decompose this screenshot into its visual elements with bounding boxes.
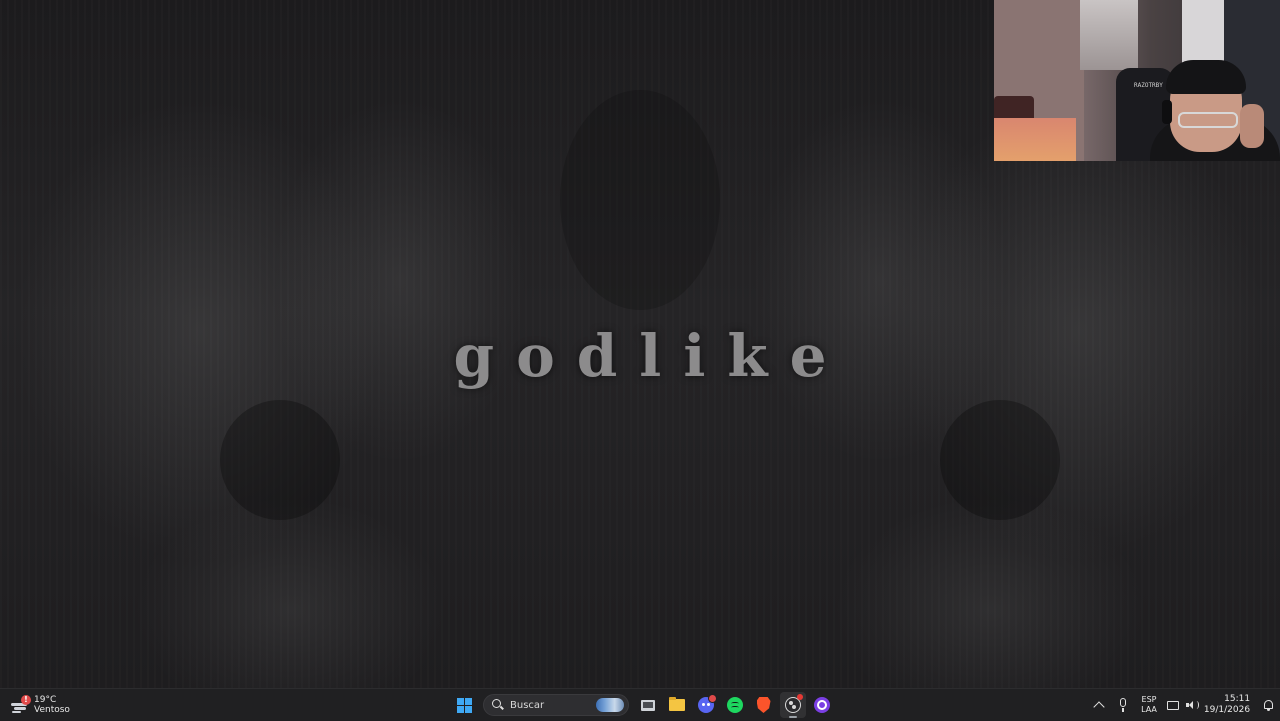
wallpaper-title: godlike: [453, 322, 849, 390]
wallpaper-shadow: [220, 400, 340, 520]
taskbar: ! 19°C Ventoso Buscar ESP LAA 15:11 19/1…: [0, 688, 1280, 720]
webcam-hand: [1240, 104, 1264, 148]
recording-indicator: [796, 694, 803, 700]
notifications-button[interactable]: [1256, 689, 1280, 721]
spotify-button[interactable]: [722, 692, 748, 718]
ring-icon: [813, 697, 830, 713]
discord-button[interactable]: [693, 692, 719, 718]
webcam-chair-label: RAZOTRBY: [1134, 82, 1163, 89]
webcam-glasses: [1178, 112, 1238, 128]
taskbar-apps: Buscar: [450, 689, 836, 721]
search-icon: [492, 699, 504, 711]
clock-time: 15:11: [1224, 694, 1251, 704]
show-hidden-icons-button[interactable]: [1086, 689, 1112, 721]
brave-button[interactable]: [751, 692, 777, 718]
weather-text: 19°C Ventoso: [34, 695, 70, 715]
notification-badge: [707, 694, 717, 703]
webcam-overlay: RAZOTRBY: [994, 0, 1280, 161]
microphone-icon: [1119, 698, 1127, 712]
microphone-button[interactable]: [1112, 689, 1134, 721]
weather-alert-badge: !: [21, 695, 31, 705]
webcam-person-hair: [1166, 60, 1246, 94]
wallpaper-shadow: [940, 400, 1060, 520]
webcam-shelf: [1080, 0, 1138, 70]
chevron-up-icon: [1093, 701, 1105, 713]
clock-date: 19/1/2026: [1203, 705, 1251, 715]
weather-widget[interactable]: ! 19°C Ventoso: [10, 693, 70, 717]
active-app-indicator: [788, 716, 797, 718]
search-placeholder: Buscar: [510, 699, 545, 711]
file-explorer-button[interactable]: [664, 692, 690, 718]
start-button[interactable]: [452, 692, 478, 718]
language-indicator: ESP LAA: [1141, 695, 1157, 715]
weather-condition: Ventoso: [34, 705, 70, 715]
clock-button[interactable]: 15:11 19/1/2026: [1202, 689, 1256, 721]
weather-temperature: 19°C: [34, 695, 57, 705]
keyboard-layout: LAA: [1141, 705, 1157, 714]
brave-icon: [756, 697, 771, 713]
task-view-button[interactable]: [635, 692, 661, 718]
tv-icon: [640, 699, 655, 711]
webcam-headphones: [1162, 100, 1172, 124]
volume-button[interactable]: [1182, 689, 1202, 721]
wallpaper-shadow: [560, 90, 720, 310]
monitor-icon: [1167, 700, 1179, 710]
taskbar-search[interactable]: Buscar: [483, 694, 629, 716]
folder-icon: [668, 697, 685, 711]
display-button[interactable]: [1164, 689, 1182, 721]
language-code: ESP: [1141, 695, 1157, 704]
speaker-icon: [1186, 700, 1199, 710]
ring-app-button[interactable]: [809, 692, 835, 718]
search-highlight-icon: [596, 698, 624, 712]
notification-bell-icon: [1263, 699, 1274, 711]
windows-logo-icon: [457, 697, 472, 713]
clock: 15:11 19/1/2026: [1204, 694, 1250, 716]
weather-icon: !: [10, 695, 31, 715]
system-tray: ESP LAA 15:11 19/1/2026: [1086, 689, 1280, 721]
webcam-bed: [994, 118, 1076, 161]
input-language-button[interactable]: ESP LAA: [1134, 689, 1164, 721]
obs-button[interactable]: [779, 692, 806, 718]
spotify-icon: [726, 697, 743, 713]
